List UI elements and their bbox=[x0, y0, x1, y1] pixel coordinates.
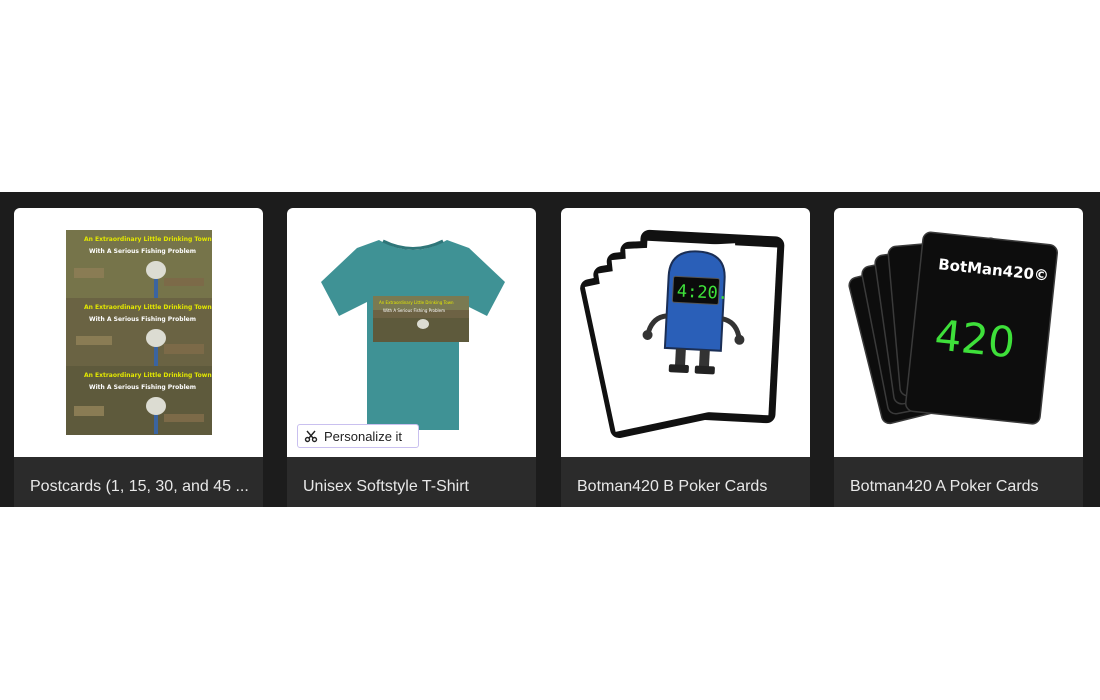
card-number: 420 bbox=[932, 310, 1017, 367]
postcard-text-line1-c: An Extraordinary Little Drinking Town bbox=[84, 372, 212, 379]
product-card-tshirt[interactable]: An Extraordinary Little Drinking Town Wi… bbox=[287, 208, 536, 507]
product-image-botman-a[interactable]: BotMan420© 420 bbox=[834, 208, 1083, 457]
postcard-text-line2: With A Serious Fishing Problem bbox=[89, 248, 196, 255]
product-card-postcards[interactable]: An Extraordinary Little Drinking Town Wi… bbox=[14, 208, 263, 507]
product-card-botman-a[interactable]: BotMan420© 420 Botman420 A Poker Cards bbox=[834, 208, 1083, 507]
personalize-label: Personalize it bbox=[324, 428, 403, 444]
product-image-tshirt[interactable]: An Extraordinary Little Drinking Town Wi… bbox=[287, 208, 536, 457]
product-title[interactable]: Botman420 B Poker Cards bbox=[577, 478, 802, 496]
tshirt-print-line1: An Extraordinary Little Drinking Town bbox=[379, 300, 454, 305]
product-title[interactable]: Postcards (1, 15, 30, and 45 ... bbox=[30, 478, 255, 496]
product-title[interactable]: Botman420 A Poker Cards bbox=[850, 478, 1075, 496]
postcard-text-line2-b: With A Serious Fishing Problem bbox=[89, 316, 196, 323]
product-image-postcards[interactable]: An Extraordinary Little Drinking Town Wi… bbox=[14, 208, 263, 457]
product-title[interactable]: Unisex Softstyle T-Shirt bbox=[303, 478, 528, 496]
tshirt-print-line2: With A Serious Fishing Problem bbox=[383, 308, 445, 313]
product-card-botman-b[interactable]: 4:20. Botman420 B Poker Cards bbox=[561, 208, 810, 507]
postcard-text-line1-b: An Extraordinary Little Drinking Town bbox=[84, 304, 212, 311]
product-image-botman-b[interactable]: 4:20. bbox=[561, 208, 810, 457]
robot-display: 4:20. bbox=[676, 281, 728, 304]
postcard-text-line1: An Extraordinary Little Drinking Town bbox=[84, 236, 212, 243]
personalize-badge[interactable]: Personalize it bbox=[297, 424, 420, 448]
scissors-icon bbox=[304, 430, 318, 443]
postcard-text-line2-c: With A Serious Fishing Problem bbox=[89, 384, 196, 391]
